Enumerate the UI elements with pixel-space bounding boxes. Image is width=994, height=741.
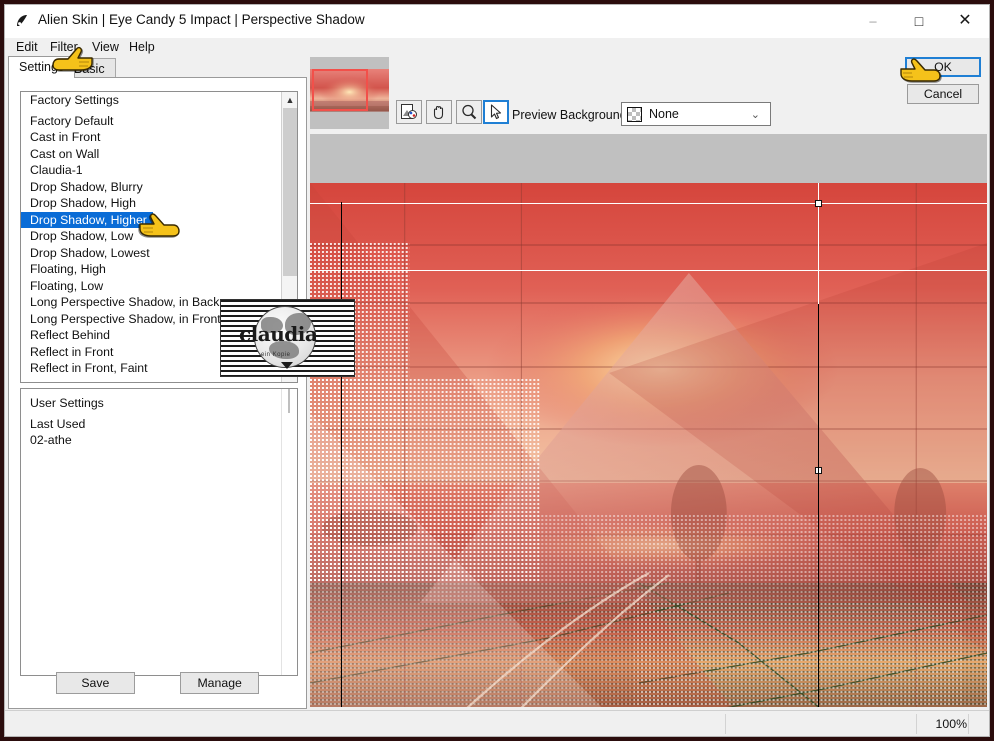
scrollbar-thumb[interactable] — [283, 108, 297, 276]
preview-background-select[interactable]: None ⌄ — [621, 102, 771, 126]
status-divider — [916, 714, 917, 734]
image-preview-icon-button[interactable] — [396, 100, 422, 124]
chevron-up-icon[interactable]: ▲ — [282, 92, 297, 108]
list-item[interactable]: Floating, High — [21, 261, 282, 278]
hand-icon-button[interactable] — [426, 100, 452, 124]
close-button[interactable]: ✕ — [942, 5, 988, 36]
user-list-scrollbar[interactable] — [281, 389, 297, 675]
ok-button[interactable]: OK — [905, 57, 981, 77]
preview-pane: Preview Background: None ⌄ — [308, 52, 989, 707]
list-item[interactable]: User Settings — [21, 395, 282, 412]
list-item[interactable]: Factory Settings — [21, 92, 282, 109]
list-item[interactable]: Drop Shadow, Blurry — [21, 179, 282, 196]
checkerboard-swatch-icon — [627, 107, 642, 122]
application-window: Alien Skin | Eye Candy 5 Impact | Perspe… — [4, 4, 990, 737]
user-settings-list-items: User Settings Last Used 02-athe — [21, 395, 282, 449]
list-item[interactable]: Last Used — [21, 416, 282, 433]
maximize-button[interactable]: □ — [896, 5, 942, 36]
artwork-image — [310, 183, 987, 707]
magnifier-icon — [462, 104, 477, 120]
menu-item-filter[interactable]: Filter — [47, 38, 81, 56]
minimize-icon: – — [869, 13, 877, 28]
user-settings-list[interactable]: User Settings Last Used 02-athe — [20, 388, 298, 676]
hand-icon — [433, 105, 444, 120]
close-icon: ✕ — [958, 11, 972, 29]
magnifier-icon-button[interactable] — [456, 100, 482, 124]
status-bar: 100% — [5, 710, 989, 736]
list-item[interactable]: Drop Shadow, Low — [21, 228, 282, 245]
list-item[interactable]: Factory Default — [21, 113, 282, 130]
watermark-subtext: ein Kopie — [261, 352, 291, 358]
arrow-cursor-icon-button[interactable] — [483, 100, 509, 124]
list-item[interactable]: 02-athe — [21, 432, 282, 449]
tab-settings[interactable]: Settings — [8, 56, 76, 78]
manage-button[interactable]: Manage — [180, 672, 260, 694]
zoom-level-label: 100% — [935, 717, 967, 731]
shadow-control-line-right — [818, 304, 819, 707]
settings-panel: Factory Settings Factory Default Cast in… — [8, 77, 307, 709]
selection-handle-top-right[interactable] — [815, 200, 822, 207]
list-item[interactable]: Drop Shadow, Lowest — [21, 245, 282, 262]
list-item[interactable]: Cast on Wall — [21, 146, 282, 163]
chevron-down-icon[interactable]: ⌄ — [751, 108, 760, 121]
arrow-cursor-icon — [490, 104, 502, 120]
cancel-button[interactable]: Cancel — [907, 84, 979, 104]
list-item[interactable]: Drop Shadow, High — [21, 195, 282, 212]
status-divider — [968, 714, 969, 734]
preview-canvas[interactable] — [310, 134, 987, 707]
shadow-control-line-left — [341, 202, 342, 707]
list-item-selected-row: Drop Shadow, Higher — [21, 211, 282, 228]
window-title: Alien Skin | Eye Candy 5 Impact | Perspe… — [38, 12, 365, 27]
cancel-button-label: Cancel — [923, 87, 963, 101]
thumbnail-navigator[interactable] — [310, 57, 389, 129]
settings-button-row: Save Manage — [9, 672, 306, 694]
watermark-arrow-icon — [281, 362, 293, 369]
claudia-watermark: claudia ein Kopie — [220, 299, 355, 377]
tab-settings-label: Settings — [19, 60, 65, 74]
ok-button-label: OK — [934, 60, 952, 74]
alien-skin-icon — [14, 13, 31, 30]
list-item[interactable]: Floating, Low — [21, 278, 282, 295]
list-item[interactable]: Claudia-1 — [21, 162, 282, 179]
tab-basic-label: Basic — [74, 62, 105, 76]
list-item[interactable]: Cast in Front — [21, 129, 282, 146]
save-button[interactable]: Save — [55, 672, 135, 694]
scrollbar-thumb[interactable] — [288, 389, 290, 413]
menu-item-view[interactable]: View — [89, 38, 122, 56]
list-item-selected[interactable]: Drop Shadow, Higher — [21, 211, 153, 228]
watermark-text: claudia — [239, 322, 318, 346]
menu-item-help[interactable]: Help — [126, 38, 158, 56]
preview-background-value: None — [649, 107, 679, 121]
preview-background-label: Preview Background: — [512, 108, 631, 122]
image-preview-icon — [401, 104, 417, 119]
minimize-button[interactable]: – — [850, 5, 896, 36]
tab-strip: Settings Basic — [5, 56, 307, 78]
maximize-icon: □ — [914, 12, 924, 29]
status-divider — [725, 714, 726, 734]
menu-item-edit[interactable]: Edit — [13, 38, 41, 56]
thumbnail-viewport-rect[interactable] — [312, 69, 368, 111]
title-bar: Alien Skin | Eye Candy 5 Impact | Perspe… — [5, 5, 989, 38]
